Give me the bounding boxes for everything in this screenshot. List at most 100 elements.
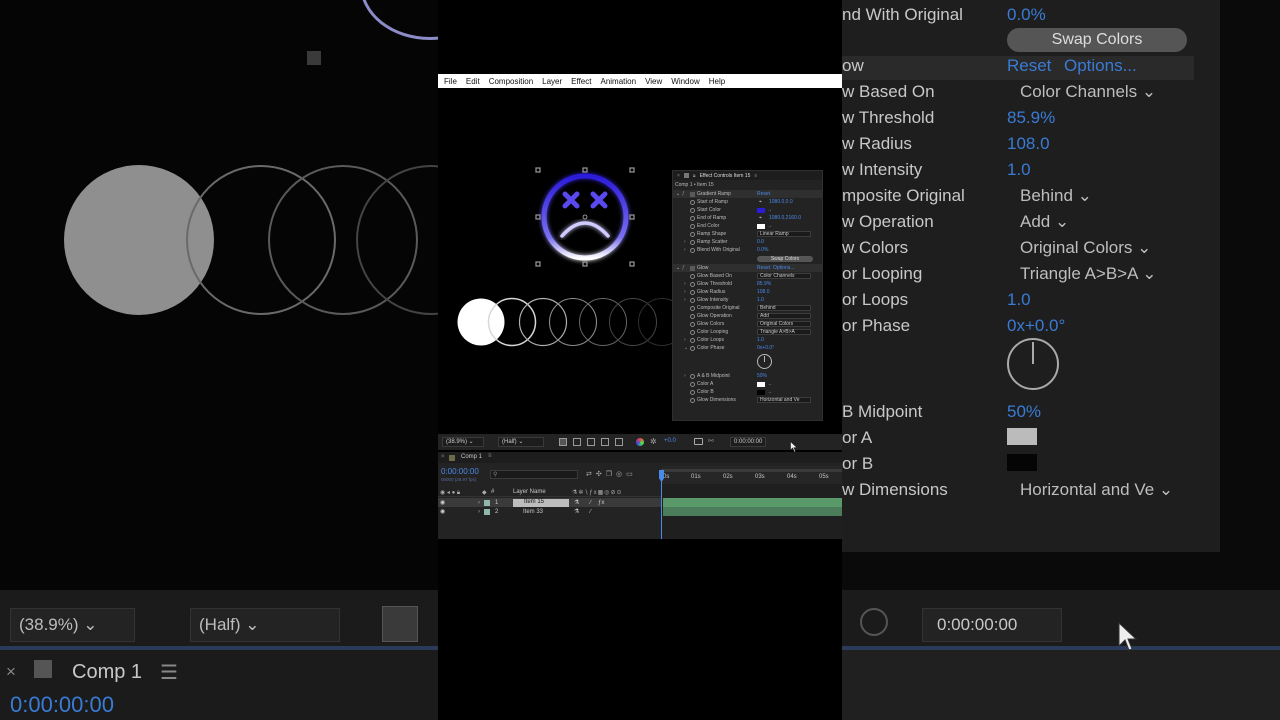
stopwatch-icon[interactable] [690, 207, 695, 213]
expand-icon[interactable]: ⌄ [676, 191, 680, 197]
stopwatch-icon[interactable] [690, 337, 695, 343]
exposure-icon[interactable]: ✲ [650, 437, 657, 446]
expand-icon[interactable]: › [684, 297, 686, 303]
effect-controls-tab[interactable]: × 🔒︎ Effect Controls Item 15 ≡ [673, 171, 822, 180]
layer-search-input[interactable]: ⚲ [490, 470, 578, 479]
menu-help[interactable]: Help [709, 77, 725, 86]
shy-switch-icon[interactable]: ⚗ [574, 499, 579, 506]
layer-row[interactable]: ◉ › 1 Item 15 ⚗ ∕ ƒx [438, 498, 661, 507]
work-area-bar[interactable] [661, 469, 842, 472]
fx-switch-icon[interactable]: ƒx [598, 500, 604, 506]
quality-switch-icon[interactable]: ∕ [590, 500, 591, 506]
region-of-interest-icon[interactable] [601, 438, 609, 446]
ramp-shape-dropdown[interactable]: Linear Ramp [757, 231, 811, 237]
stopwatch-icon[interactable] [690, 313, 695, 319]
stopwatch-icon[interactable] [690, 239, 695, 245]
stopwatch-icon[interactable] [690, 223, 695, 229]
param-value[interactable]: 50% [757, 373, 767, 379]
glow-colors-dropdown[interactable]: Original Colors [757, 321, 811, 327]
crosshair-icon[interactable]: ⌖ [759, 215, 762, 221]
glow-based-on-dropdown[interactable]: Color Channels [757, 273, 811, 279]
expand-icon[interactable]: › [684, 289, 686, 295]
reset-link[interactable]: Reset [757, 191, 770, 197]
expand-icon[interactable]: › [684, 239, 686, 245]
expand-icon[interactable]: › [684, 281, 686, 287]
expand-icon[interactable]: › [684, 373, 686, 379]
menu-view[interactable]: View [645, 77, 662, 86]
param-value[interactable]: 1080.0,0.0 [769, 199, 793, 205]
glow-operation-dropdown[interactable]: Add [757, 313, 811, 319]
stopwatch-icon[interactable] [690, 381, 695, 387]
param-value[interactable]: 108.0 [757, 289, 770, 295]
menu-edit[interactable]: Edit [466, 77, 480, 86]
lock-icon[interactable]: 🔒︎ [693, 173, 696, 179]
menu-composition[interactable]: Composition [489, 77, 533, 86]
layer-name[interactable]: Item 15 [513, 498, 569, 507]
quality-switch-icon[interactable]: ∕ [590, 509, 591, 515]
end-color-swatch[interactable] [757, 223, 765, 229]
layer-duration-bar[interactable] [663, 507, 842, 516]
layer-row[interactable]: ◉ › 2 Item 33 ⚗ ∕ [438, 507, 661, 516]
stopwatch-icon[interactable] [690, 231, 695, 237]
stopwatch-icon[interactable] [690, 389, 695, 395]
layer-duration-bar[interactable] [663, 498, 842, 507]
param-value[interactable]: 1.0 [757, 337, 764, 343]
param-value[interactable]: 0.0% [757, 247, 768, 253]
composite-dropdown[interactable]: Behind [757, 305, 811, 311]
effect-glow[interactable]: ⌄ ƒ Glow Reset Options... [673, 264, 823, 272]
stopwatch-icon[interactable] [690, 281, 695, 287]
label-color[interactable] [484, 499, 490, 506]
mask-visibility-icon[interactable] [587, 438, 595, 446]
effect-gradient-ramp[interactable]: ⌄ ƒ Gradient Ramp Reset [673, 190, 823, 198]
show-snapshot-icon[interactable]: ⚯ [708, 437, 714, 445]
expand-icon[interactable]: ⌄ [676, 265, 680, 271]
snapshot-camera-icon[interactable] [694, 438, 703, 445]
stopwatch-icon[interactable] [690, 247, 695, 253]
time-ruler[interactable]: 0s 01s 02s 03s 04s 05s [661, 466, 842, 484]
color-a-swatch[interactable] [757, 381, 765, 387]
viewer-timecode[interactable]: 0:00:00:00 [730, 437, 766, 447]
expand-icon[interactable]: › [478, 500, 480, 506]
param-value[interactable]: 1080.0,2160.0 [769, 215, 801, 221]
menu-animation[interactable]: Animation [600, 77, 636, 86]
stopwatch-icon[interactable] [690, 297, 695, 303]
stopwatch-icon[interactable] [690, 215, 695, 221]
eye-icon[interactable]: ◉ [440, 499, 445, 506]
timeline-track-area[interactable]: 0s 01s 02s 03s 04s 05s [659, 466, 842, 539]
timeline-switches[interactable]: ⇄✣❐◎▭ [586, 470, 637, 478]
menu-icon[interactable]: ≡ [754, 173, 757, 179]
expand-icon[interactable]: › [478, 509, 480, 515]
stopwatch-icon[interactable] [690, 397, 695, 403]
zoom-dropdown[interactable]: (38.9%) ⌄ [442, 437, 484, 447]
phase-dial[interactable] [757, 354, 772, 369]
resolution-dropdown[interactable]: (Half) ⌄ [498, 437, 544, 447]
color-looping-dropdown[interactable]: Triangle A>B>A [757, 329, 811, 335]
swap-colors-button[interactable]: Swap Colors [757, 256, 813, 262]
start-color-swatch[interactable] [757, 207, 765, 213]
expand-icon[interactable]: › [684, 247, 686, 253]
reset-link[interactable]: Reset [757, 265, 770, 271]
stopwatch-icon[interactable] [690, 199, 695, 205]
guides-icon[interactable] [615, 438, 623, 446]
eyedropper-icon[interactable]: → [767, 389, 772, 395]
menu-effect[interactable]: Effect [571, 77, 591, 86]
sad-face-layer[interactable] [532, 164, 638, 270]
color-b-swatch[interactable] [757, 389, 765, 395]
stopwatch-icon[interactable] [690, 289, 695, 295]
circles-layer[interactable] [456, 296, 672, 348]
param-value[interactable]: 0x+0.0° [757, 345, 774, 351]
stopwatch-icon[interactable] [690, 273, 695, 279]
stopwatch-icon[interactable] [690, 345, 695, 351]
stopwatch-icon[interactable] [690, 373, 695, 379]
collapse-icon[interactable]: ⌄ [684, 345, 688, 351]
stopwatch-icon[interactable] [690, 321, 695, 327]
stopwatch-icon[interactable] [690, 305, 695, 311]
eyedropper-icon[interactable]: → [767, 223, 772, 229]
param-value[interactable]: 0.0 [757, 239, 764, 245]
crosshair-icon[interactable]: ⌖ [759, 199, 762, 205]
transparency-grid-icon[interactable] [573, 438, 581, 446]
close-icon[interactable]: × [677, 173, 680, 179]
eyedropper-icon[interactable]: → [767, 381, 772, 387]
exposure-value[interactable]: +0.0 [664, 438, 676, 444]
eyedropper-icon[interactable]: → [767, 207, 772, 213]
